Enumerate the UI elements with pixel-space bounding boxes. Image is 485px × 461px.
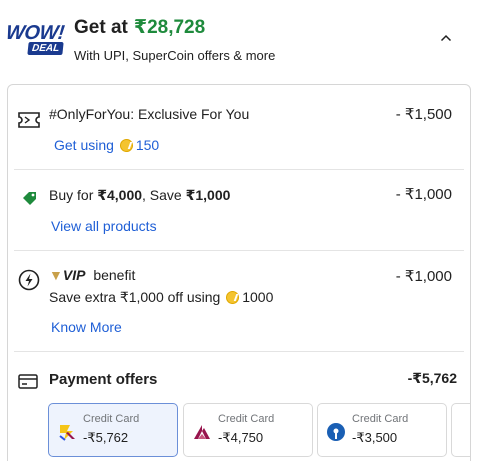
offer-3-amount: - ₹1,000 [395,268,452,285]
lightning-icon [18,269,40,291]
payment-offer-card[interactable]: Credit Card -₹3,500 [317,403,447,457]
supercoin-icon [226,291,240,304]
benefit-label: benefit [93,267,136,283]
payment-offer-card[interactable]: Credit Card -₹4,750 [183,403,313,457]
know-more-link[interactable]: Know More [51,319,122,335]
offer-2-amount: - ₹1,000 [395,186,452,203]
divider [14,351,464,352]
payment-offers-title: Payment offers [49,371,158,388]
wow-deal-badge-line2: DEAL [27,42,64,55]
credit-card-icon [18,374,38,389]
tag-icon [23,192,36,205]
vip-detail-coins: 1000 [242,289,274,305]
offer-2-buy-amount: ₹4,000 [97,187,143,203]
divider [14,250,464,251]
deal-price: ₹28,728 [133,17,206,38]
card-type: Credit Card [83,413,140,425]
ticket-icon [18,112,40,128]
deal-header[interactable]: WOW! DEAL Get at ₹28,728 With UPI, SuperC… [0,0,485,84]
payment-offer-card-partial[interactable] [451,403,470,457]
offer-1-coins: 150 [135,137,160,153]
divider [14,169,464,170]
offers-panel: #OnlyForYou: Exclusive For You - ₹1,500 … [7,84,471,461]
vip-label: ▼VIP [49,267,86,283]
offer-2-title-prefix: Buy for [49,187,98,203]
payment-offers-amount: -₹5,762 [407,370,457,386]
deal-subtitle: With UPI, SuperCoin offers & more [74,48,276,63]
card-discount: -₹5,762 [83,430,129,445]
vip-benefit-detail: Save extra ₹1,000 off using 1000 [49,289,273,306]
card-discount: -₹3,500 [352,430,398,445]
flipkart-axis-logo [59,425,75,441]
offer-1-amount: - ₹1,500 [395,106,452,123]
vip-benefit-line: ▼VIP benefit [49,267,135,283]
offer-2-title: Buy for ₹4,000, Save ₹1,000 [49,187,230,204]
get-at-label: Get at [74,17,128,38]
chevron-up-icon[interactable] [438,30,454,46]
vip-label-text: VIP [62,267,86,283]
offer-1-title: #OnlyForYou: Exclusive For You [49,106,250,122]
view-all-products-link[interactable]: View all products [51,218,157,234]
axis-bank-logo [194,425,210,439]
supercoin-icon [119,139,133,152]
offer-2-save-amount: ₹1,000 [185,187,231,203]
deal-price-heading: Get at ₹28,728 [74,16,205,39]
sbi-logo [327,423,345,441]
offer-2-title-mid: , Save [142,187,186,203]
get-using-supercoins-link[interactable]: Get using 150 [54,137,159,153]
offer-1-link-label: Get using [54,137,114,153]
wow-deal-badge: WOW! DEAL [5,22,65,58]
vip-detail-text: Save extra ₹1,000 off using [49,289,221,305]
card-type: Credit Card [352,413,409,425]
card-discount: -₹4,750 [218,430,264,445]
card-type: Credit Card [218,413,275,425]
payment-offer-card[interactable]: Credit Card -₹5,762 [48,403,178,457]
